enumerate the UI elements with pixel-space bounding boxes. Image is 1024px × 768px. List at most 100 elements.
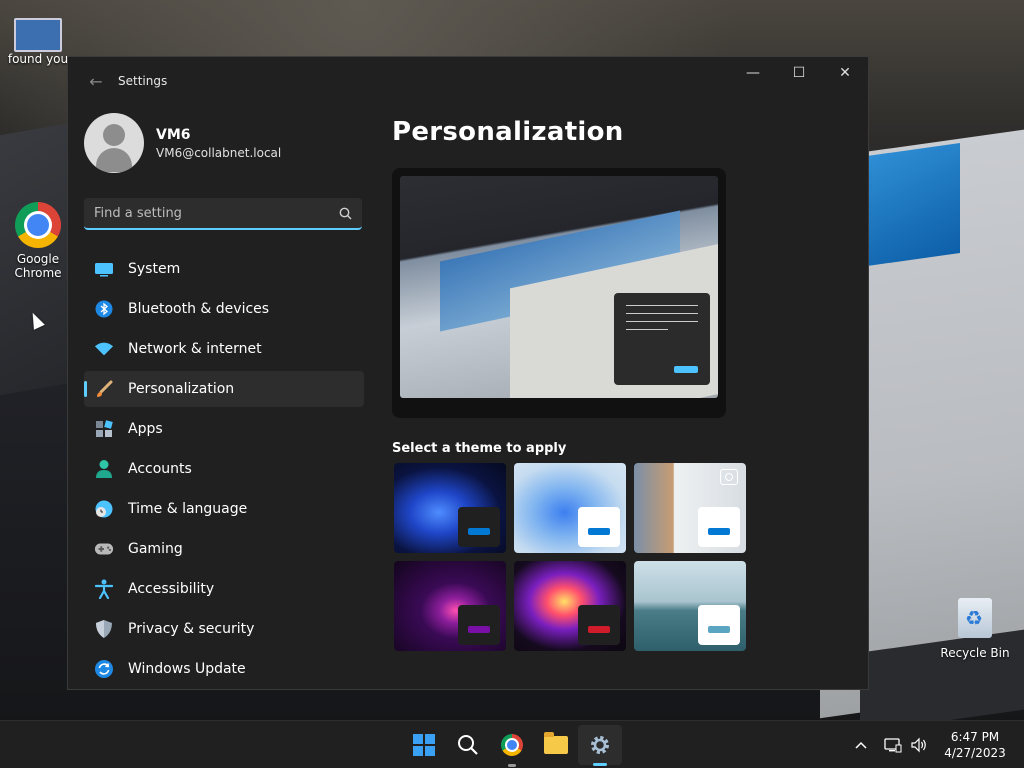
display-icon bbox=[94, 259, 114, 279]
taskbar-apps bbox=[402, 721, 622, 768]
theme-swatch bbox=[578, 605, 620, 645]
profile-email: VM6@collabnet.local bbox=[156, 145, 282, 160]
sidebar-item-label: Time & language bbox=[128, 501, 248, 517]
desktop-icon-label: Recycle Bin bbox=[940, 646, 1010, 660]
theme-spotlight[interactable] bbox=[634, 463, 746, 553]
recycle-bin-icon bbox=[958, 598, 992, 638]
sidebar-item-system[interactable]: System bbox=[84, 251, 364, 287]
theme-glow[interactable] bbox=[394, 561, 506, 651]
network-icon[interactable] bbox=[884, 737, 902, 753]
sidebar-item-label: Accessibility bbox=[128, 581, 215, 597]
desktop-icon-label: Google Chrome bbox=[14, 252, 62, 280]
taskbar-file-explorer[interactable] bbox=[534, 721, 578, 768]
search-input[interactable]: Find a setting bbox=[84, 198, 362, 230]
sidebar-item-label: Bluetooth & devices bbox=[128, 301, 270, 317]
sidebar-item-label: Apps bbox=[128, 421, 163, 437]
theme-swatch bbox=[458, 507, 500, 547]
search-icon bbox=[458, 735, 478, 755]
window-title: Settings bbox=[118, 74, 168, 88]
sidebar-item-privacy-security[interactable]: Privacy & security bbox=[84, 611, 364, 647]
sidebar-item-label: Accounts bbox=[128, 461, 192, 477]
sidebar-item-label: Windows Update bbox=[128, 661, 246, 677]
desktop-icon-label: found you bbox=[7, 52, 69, 66]
sidebar-item-network-internet[interactable]: Network & internet bbox=[84, 331, 364, 367]
sidebar-item-personalization[interactable]: Personalization bbox=[84, 371, 364, 407]
preview-dialog bbox=[614, 293, 710, 385]
clock[interactable]: 6:47 PM 4/27/2023 bbox=[936, 729, 1024, 761]
sidebar-item-label: Personalization bbox=[128, 381, 235, 397]
sync-icon bbox=[94, 659, 114, 679]
minimize-button[interactable]: — bbox=[730, 57, 776, 89]
preview-dialog-button bbox=[674, 366, 698, 373]
maximize-button[interactable]: ☐ bbox=[776, 57, 822, 89]
bluetooth-icon bbox=[94, 299, 114, 319]
theme-swatch bbox=[698, 605, 740, 645]
sidebar-item-accounts[interactable]: Accounts bbox=[84, 451, 364, 487]
accessibility-icon bbox=[94, 579, 114, 599]
active-indicator bbox=[593, 763, 607, 766]
arrow-left-icon: ← bbox=[89, 71, 103, 91]
taskbar-chrome[interactable] bbox=[490, 721, 534, 768]
start-button[interactable] bbox=[402, 721, 446, 768]
tray-icons[interactable] bbox=[876, 737, 936, 753]
theme-swatch bbox=[698, 507, 740, 547]
sidebar-item-apps[interactable]: Apps bbox=[84, 411, 364, 447]
settings-icon bbox=[591, 736, 609, 754]
theme-flow[interactable] bbox=[634, 561, 746, 651]
theme-light-bloom[interactable] bbox=[514, 463, 626, 553]
page-title: Personalization bbox=[392, 117, 624, 147]
preview-dialog-line bbox=[626, 329, 668, 330]
content-pane: Personalization Select a theme to apply bbox=[390, 105, 850, 689]
sidebar-item-gaming[interactable]: Gaming bbox=[84, 531, 364, 567]
camera-icon bbox=[720, 469, 738, 485]
volume-icon[interactable] bbox=[910, 737, 928, 753]
clock-date: 4/27/2023 bbox=[944, 746, 1006, 760]
search-placeholder: Find a setting bbox=[94, 205, 182, 221]
sidebar: VM6 VM6@collabnet.local Find a setting S… bbox=[68, 105, 378, 689]
system-tray: 6:47 PM 4/27/2023 bbox=[846, 721, 1024, 768]
avatar bbox=[84, 113, 144, 173]
sidebar-item-accessibility[interactable]: Accessibility bbox=[84, 571, 364, 607]
sidebar-item-label: Network & internet bbox=[128, 341, 262, 357]
start-icon bbox=[413, 734, 435, 756]
paintbrush-icon bbox=[94, 379, 114, 399]
theme-dark-bloom[interactable] bbox=[394, 463, 506, 553]
chrome-icon bbox=[501, 734, 523, 756]
preview-dialog-line bbox=[626, 305, 698, 306]
sidebar-item-bluetooth-devices[interactable]: Bluetooth & devices bbox=[84, 291, 364, 327]
taskbar-search-button[interactable] bbox=[446, 721, 490, 768]
theme-captured-motion[interactable] bbox=[514, 561, 626, 651]
user-profile[interactable]: VM6 VM6@collabnet.local bbox=[84, 113, 281, 173]
titlebar[interactable]: ← Settings — ☐ ✕ bbox=[68, 57, 868, 105]
taskbar-settings[interactable] bbox=[578, 725, 622, 766]
sidebar-item-label: Privacy & security bbox=[128, 621, 255, 637]
sidebar-item-time-language[interactable]: Time & language bbox=[84, 491, 364, 527]
search-icon[interactable] bbox=[338, 206, 352, 220]
back-button[interactable]: ← bbox=[78, 63, 114, 99]
wallpaper-monitor-blue bbox=[860, 142, 960, 268]
preview-dialog-line bbox=[626, 321, 698, 322]
person-icon bbox=[94, 459, 114, 479]
globe-clock-icon bbox=[94, 499, 114, 519]
clock-time: 6:47 PM bbox=[950, 730, 1000, 744]
sidebar-item-windows-update[interactable]: Windows Update bbox=[84, 651, 364, 687]
folder-thumbnail-icon bbox=[14, 18, 62, 52]
preview-dialog-line bbox=[626, 313, 698, 314]
theme-grid bbox=[394, 463, 746, 651]
desktop-icon-found-you[interactable]: found you bbox=[3, 18, 73, 66]
chevron-up-icon[interactable] bbox=[846, 738, 876, 753]
gamepad-icon bbox=[94, 539, 114, 559]
running-indicator bbox=[508, 764, 516, 767]
desktop-icon-recycle-bin[interactable]: Recycle Bin bbox=[940, 598, 1010, 660]
chrome-icon bbox=[15, 202, 61, 248]
theme-heading: Select a theme to apply bbox=[392, 441, 567, 456]
sidebar-item-label: Gaming bbox=[128, 541, 183, 557]
apps-icon bbox=[94, 419, 114, 439]
file-explorer-icon bbox=[544, 732, 568, 754]
profile-name: VM6 bbox=[156, 126, 191, 143]
desktop-icon-google-chrome[interactable]: Google Chrome bbox=[3, 202, 73, 280]
theme-swatch bbox=[578, 507, 620, 547]
shield-icon bbox=[94, 619, 114, 639]
theme-swatch bbox=[458, 605, 500, 645]
close-button[interactable]: ✕ bbox=[822, 57, 868, 89]
